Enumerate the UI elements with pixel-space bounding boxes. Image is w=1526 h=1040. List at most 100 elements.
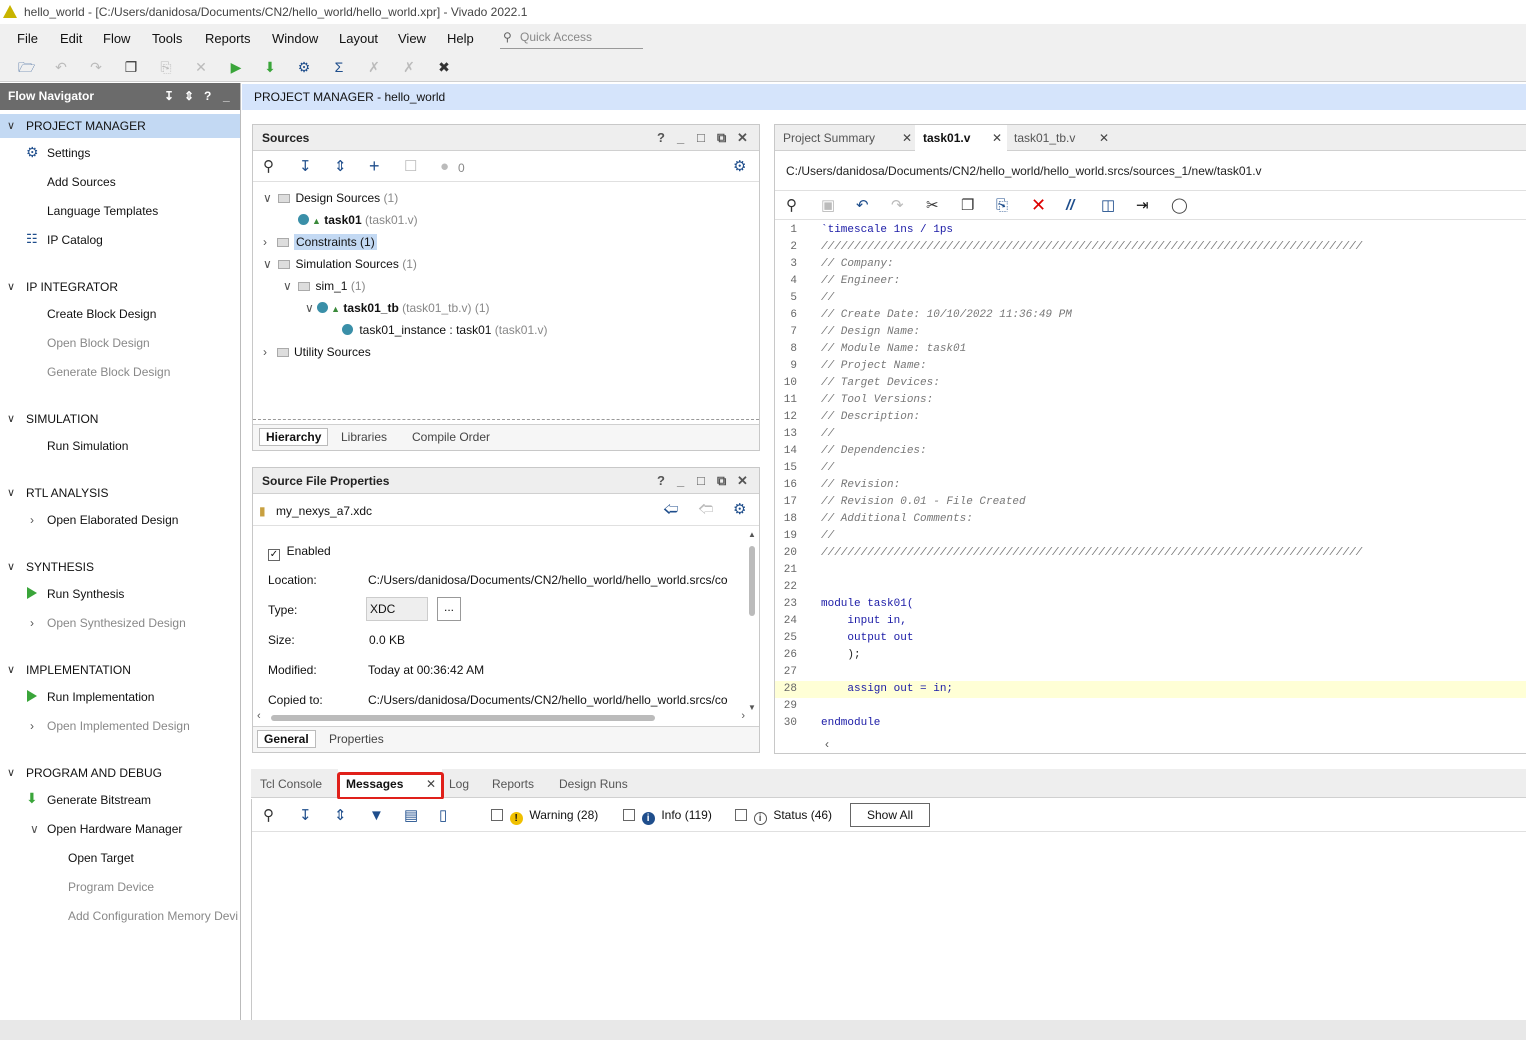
- help-icon[interactable]: ?: [657, 468, 665, 494]
- wand-icon[interactable]: ✖: [436, 59, 452, 75]
- code-line[interactable]: 16 // Revision:: [775, 477, 1526, 494]
- nav-generate-block-design[interactable]: Generate Block Design: [47, 365, 170, 379]
- indent-icon[interactable]: ⇥: [1136, 198, 1149, 214]
- status-filter[interactable]: i Status (46): [735, 808, 832, 825]
- nav-section-program-debug[interactable]: ∨ PROGRAM AND DEBUG: [0, 761, 240, 785]
- paste-icon[interactable]: ⎘: [996, 198, 1008, 214]
- nav-section-simulation[interactable]: ∨ SIMULATION: [0, 407, 240, 431]
- nav-open-block-design[interactable]: Open Block Design: [47, 336, 150, 350]
- code-line[interactable]: 24 input in,: [775, 613, 1526, 630]
- maximize-icon[interactable]: □: [697, 125, 705, 151]
- tree-task01-instance[interactable]: task01_instance : task01 (task01.v): [342, 323, 547, 337]
- nav-run-implementation[interactable]: Run Implementation: [47, 690, 154, 704]
- cut-icon[interactable]: ✂: [926, 198, 939, 214]
- code-line[interactable]: 30 endmodule: [775, 715, 1526, 732]
- close-icon[interactable]: ✕: [992, 125, 1002, 151]
- tree-utility-sources[interactable]: › Utility Sources: [263, 345, 371, 359]
- minimize-icon[interactable]: _: [677, 125, 684, 151]
- tab-task01-tb-v[interactable]: task01_tb.v ✕: [1006, 125, 1114, 151]
- nav-language-templates[interactable]: Language Templates: [47, 204, 158, 218]
- trash-icon[interactable]: ▯: [439, 808, 447, 824]
- code-line[interactable]: 26 );: [775, 647, 1526, 664]
- code-area[interactable]: 1 `timescale 1ns / 1ps 2//////////////////…: [775, 222, 1526, 737]
- forward-arrow-icon[interactable]: 🢢: [698, 502, 713, 518]
- delete-icon[interactable]: ✕: [193, 59, 209, 75]
- run-icon[interactable]: ▶: [228, 59, 244, 75]
- redo-icon[interactable]: ↷: [88, 59, 104, 75]
- nav-section-implementation[interactable]: ∨ IMPLEMENTATION: [0, 658, 240, 682]
- tab-libraries[interactable]: Libraries: [341, 430, 387, 444]
- nav-generate-bitstream[interactable]: Generate Bitstream: [47, 793, 151, 807]
- float-icon[interactable]: ⧉: [717, 125, 726, 151]
- code-line[interactable]: 23 module task01(: [775, 596, 1526, 613]
- tab-reports[interactable]: Reports: [484, 769, 542, 798]
- nav-add-config-memory[interactable]: Add Configuration Memory Devi: [68, 909, 240, 923]
- enabled-checkbox[interactable]: ✓ Enabled: [268, 544, 331, 561]
- nav-section-synthesis[interactable]: ∨ SYNTHESIS: [0, 555, 240, 579]
- nav-ip-catalog[interactable]: IP Catalog: [47, 233, 103, 247]
- scroll-left-icon[interactable]: ‹: [257, 710, 261, 722]
- code-line[interactable]: 27: [775, 664, 1526, 681]
- menu-flow[interactable]: Flow: [103, 31, 130, 46]
- nav-open-target[interactable]: Open Target: [68, 851, 134, 865]
- warning-filter[interactable]: ! Warning (28): [491, 808, 598, 825]
- delete-icon[interactable]: ✕: [1031, 196, 1046, 214]
- nav-open-elaborated-design[interactable]: Open Elaborated Design: [47, 513, 178, 527]
- collapse-all-icon[interactable]: ↧: [299, 159, 312, 175]
- code-line[interactable]: 20 //////////////////////////////////////…: [775, 545, 1526, 562]
- copy-icon[interactable]: ❐: [961, 198, 974, 214]
- nav-open-implemented-design[interactable]: Open Implemented Design: [47, 719, 190, 733]
- menu-window[interactable]: Window: [272, 31, 318, 46]
- menu-edit[interactable]: Edit: [60, 31, 82, 46]
- help-doc-icon[interactable]: ☐: [404, 159, 417, 175]
- nav-section-project-manager[interactable]: ∨ PROJECT MANAGER: [0, 114, 240, 138]
- add-icon[interactable]: +: [369, 157, 380, 175]
- comment-icon[interactable]: //: [1066, 198, 1074, 214]
- program-icon[interactable]: ⬇: [262, 59, 278, 75]
- undo-icon[interactable]: ↶: [53, 59, 69, 75]
- type-field[interactable]: XDC: [366, 597, 428, 621]
- tab-task01-v[interactable]: task01.v ✕: [915, 125, 1007, 151]
- scroll-right-icon[interactable]: ›: [741, 710, 745, 722]
- code-line[interactable]: 25 output out: [775, 630, 1526, 647]
- horizontal-scrollbar[interactable]: ‹ ›: [257, 710, 745, 723]
- code-line[interactable]: 3 // Company:: [775, 256, 1526, 273]
- nav-open-synthesized-design[interactable]: Open Synthesized Design: [47, 616, 186, 630]
- code-line[interactable]: 17 // Revision 0.01 - File Created: [775, 494, 1526, 511]
- columns-icon[interactable]: ◫: [1101, 198, 1115, 214]
- expand-all-icon[interactable]: ⇕: [184, 83, 194, 110]
- scroll-down-icon[interactable]: ▼: [748, 703, 756, 712]
- warning-checkbox[interactable]: [491, 809, 503, 821]
- collapse-all-icon[interactable]: ↧: [164, 83, 174, 110]
- nav-section-rtl-analysis[interactable]: ∨ RTL ANALYSIS: [0, 481, 240, 505]
- open-project-icon[interactable]: 🗁: [18, 59, 35, 75]
- code-line[interactable]: 2 ///////////////////////////////////////…: [775, 239, 1526, 256]
- expand-all-icon[interactable]: ⇕: [334, 808, 347, 824]
- copy-icon[interactable]: ❐: [123, 59, 139, 75]
- tab-compile-order[interactable]: Compile Order: [412, 430, 490, 444]
- minimize-icon[interactable]: _: [223, 83, 230, 110]
- help-icon[interactable]: ?: [657, 125, 665, 151]
- scroll-up-icon[interactable]: ▲: [748, 530, 756, 539]
- search-icon[interactable]: ⚲: [263, 159, 274, 175]
- redo-icon[interactable]: ↷: [891, 198, 904, 214]
- status-checkbox[interactable]: [735, 809, 747, 821]
- disabled-tool-icon[interactable]: ✗: [401, 59, 417, 75]
- gear-icon[interactable]: ⚙: [733, 159, 746, 175]
- scroll-left-icon[interactable]: ‹: [825, 737, 829, 751]
- code-line[interactable]: 13 //: [775, 426, 1526, 443]
- undo-icon[interactable]: ↶: [856, 198, 869, 214]
- lightbulb-icon[interactable]: ◯: [1171, 198, 1188, 214]
- search-icon[interactable]: ⚲: [786, 198, 797, 214]
- close-icon[interactable]: ✕: [902, 125, 912, 151]
- code-line[interactable]: 21: [775, 562, 1526, 579]
- float-icon[interactable]: ⧉: [717, 468, 726, 494]
- sigma-icon[interactable]: Σ: [331, 59, 347, 75]
- show-all-button[interactable]: Show All: [850, 803, 930, 827]
- info-checkbox[interactable]: [623, 809, 635, 821]
- close-icon[interactable]: ✕: [737, 468, 748, 494]
- code-line[interactable]: 14 // Dependencies:: [775, 443, 1526, 460]
- nav-program-device[interactable]: Program Device: [68, 880, 154, 894]
- tab-hierarchy[interactable]: Hierarchy: [259, 428, 329, 446]
- menu-tools[interactable]: Tools: [152, 31, 182, 46]
